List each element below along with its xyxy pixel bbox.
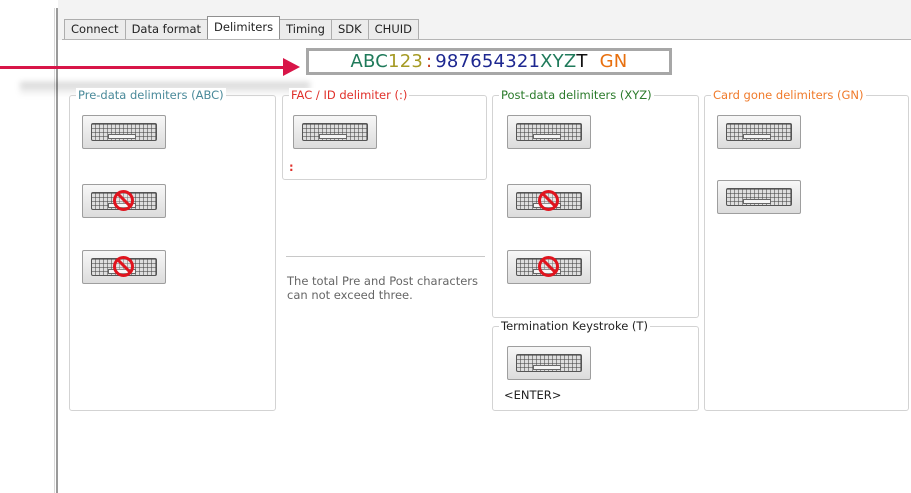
tab-bar: Connect Data format Delimiters Timing SD… xyxy=(64,16,419,39)
post-data-group: Post-data delimiters (XYZ) xyxy=(492,88,699,318)
keyboard-icon xyxy=(516,123,582,141)
fac-delimiter-value: : xyxy=(289,160,294,174)
banner-post: XYZ xyxy=(540,51,577,72)
keyboard-icon xyxy=(91,123,157,141)
post-delimiter-2-button[interactable] xyxy=(507,184,591,218)
keyboard-icon xyxy=(726,123,792,141)
keyboard-icon xyxy=(726,188,792,206)
card-gone-group: Card gone delimiters (GN) xyxy=(704,88,909,411)
pre-delimiter-3-button[interactable] xyxy=(82,250,166,284)
banner-term: T xyxy=(576,51,588,72)
termination-value: <ENTER> xyxy=(504,388,562,402)
window-edge xyxy=(54,8,55,493)
post-delimiter-3-button[interactable] xyxy=(507,250,591,284)
post-data-label: Post-data delimiters (XYZ) xyxy=(499,88,654,102)
fac-id-label: FAC / ID delimiter (:) xyxy=(289,88,410,102)
card-gone-label: Card gone delimiters (GN) xyxy=(711,88,866,102)
note-divider xyxy=(286,256,485,257)
termination-label: Termination Keystroke (T) xyxy=(499,319,650,333)
fac-id-group: FAC / ID delimiter (:) : xyxy=(282,88,487,180)
banner-id: 987654321 xyxy=(435,51,541,72)
fac-delimiter-button[interactable] xyxy=(293,115,377,149)
tab-delimiters[interactable]: Delimiters xyxy=(207,16,281,39)
banner-pre: ABC xyxy=(350,51,389,72)
tab-baseline xyxy=(62,39,911,40)
banner-gone: GN xyxy=(599,51,628,72)
no-entry-icon xyxy=(538,190,559,211)
pre-data-label: Pre-data delimiters (ABC) xyxy=(76,88,226,102)
pointer-arrow-head xyxy=(283,58,300,76)
pointer-arrow-line xyxy=(0,66,286,69)
termination-group: Termination Keystroke (T) <ENTER> xyxy=(492,319,699,411)
window-border xyxy=(56,8,58,493)
pre-delimiter-2-button[interactable] xyxy=(82,184,166,218)
pre-delimiter-1-button[interactable] xyxy=(82,115,166,149)
tab-chuid[interactable]: CHUID xyxy=(367,19,419,39)
tab-sdk[interactable]: SDK xyxy=(330,19,369,39)
card-gone-2-button[interactable] xyxy=(717,180,801,214)
limit-note: The total Pre and Post characters can no… xyxy=(287,274,479,302)
tab-data-format[interactable]: Data format xyxy=(124,19,209,39)
banner-fac: 123 xyxy=(388,51,424,72)
no-entry-icon xyxy=(113,190,134,211)
banner-sep: : xyxy=(426,51,433,72)
no-entry-icon xyxy=(113,256,134,277)
tab-connect[interactable]: Connect xyxy=(64,19,126,39)
termination-key-button[interactable] xyxy=(507,346,591,380)
pre-data-group: Pre-data delimiters (ABC) xyxy=(69,88,276,411)
no-entry-icon xyxy=(538,256,559,277)
post-delimiter-1-button[interactable] xyxy=(507,115,591,149)
keyboard-icon xyxy=(302,123,368,141)
card-gone-1-button[interactable] xyxy=(717,115,801,149)
keyboard-icon xyxy=(516,354,582,372)
tab-timing[interactable]: Timing xyxy=(279,19,332,39)
format-preview-banner: ABC 123:987654321 XYZ T GN xyxy=(306,48,672,75)
